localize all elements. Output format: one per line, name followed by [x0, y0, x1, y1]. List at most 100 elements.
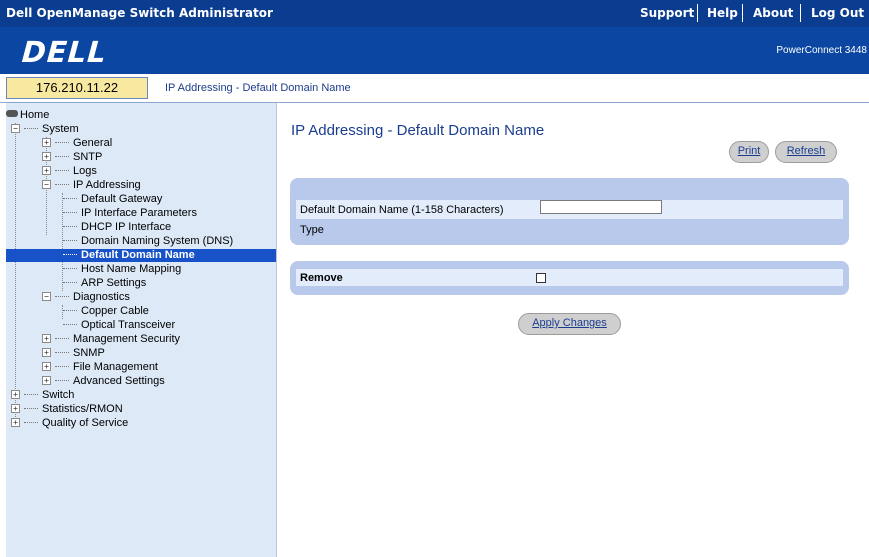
navigation-tree: Home − System + General + SNTP + Logs − IP Ad… [6, 103, 277, 557]
tree-item-optical-transceiver[interactable]: Optical Transceiver [63, 319, 175, 332]
tree-item-logs[interactable]: + Logs [42, 165, 97, 178]
tree-item-system[interactable]: − System [11, 123, 79, 136]
tree-item-snmp[interactable]: + SNMP [42, 347, 105, 360]
tree-label: Diagnostics [73, 291, 130, 303]
model-name: PowerConnect 3448 [776, 45, 867, 56]
tree-label: SNMP [73, 347, 105, 359]
tree-connector [63, 268, 77, 269]
domain-name-panel: Default Domain Name (1-158 Characters) T… [290, 178, 849, 245]
tree-label: System [42, 123, 79, 135]
tree-item-statistics-rmon[interactable]: + Statistics/RMON [11, 403, 123, 416]
logout-link[interactable]: Log Out [811, 6, 864, 20]
tree-item-default-gateway[interactable]: Default Gateway [63, 193, 162, 206]
tree-label: File Management [73, 361, 158, 373]
type-label: Type [300, 224, 324, 236]
domain-name-row: Default Domain Name (1-158 Characters) [296, 200, 843, 219]
link-separator [800, 4, 801, 22]
refresh-button[interactable]: Refresh [775, 141, 837, 163]
collapse-icon[interactable]: − [11, 124, 20, 133]
tree-connector [24, 394, 38, 395]
tree-label: Switch [42, 389, 75, 401]
top-bar: Dell OpenManage Switch Administrator Sup… [0, 0, 869, 27]
expand-icon[interactable]: + [11, 390, 20, 399]
tree-item-ip-interface-parameters[interactable]: IP Interface Parameters [63, 207, 197, 220]
link-separator [697, 4, 698, 22]
tree-label: General [73, 137, 113, 149]
support-link[interactable]: Support [640, 6, 694, 20]
tree-label: Copper Cable [81, 305, 149, 317]
tree-connector [24, 128, 38, 129]
expand-icon[interactable]: + [11, 404, 20, 413]
expand-icon[interactable]: + [42, 152, 51, 161]
tree-label: IP Addressing [73, 179, 141, 191]
tree-item-advanced-settings[interactable]: + Advanced Settings [42, 375, 165, 388]
tree-item-copper-cable[interactable]: Copper Cable [63, 305, 149, 318]
tree-label: Logs [73, 165, 97, 177]
tree-label: Quality of Service [42, 417, 129, 429]
remove-label: Remove [300, 272, 343, 284]
collapse-icon[interactable]: − [42, 180, 51, 189]
tree-label: Home [20, 109, 50, 121]
tree-connector [55, 338, 69, 339]
device-ip: 176.210.11.22 [6, 77, 148, 99]
domain-name-label: Default Domain Name (1-158 Characters) [300, 204, 504, 216]
tree-connector [63, 198, 77, 199]
tree-connector [24, 422, 38, 423]
expand-icon[interactable]: + [42, 138, 51, 147]
tree-item-sntp[interactable]: + SNTP [42, 151, 102, 164]
remove-checkbox[interactable] [536, 273, 546, 283]
expand-icon[interactable]: + [42, 348, 51, 357]
tree-label: Optical Transceiver [81, 319, 176, 331]
tree-connector [63, 226, 77, 227]
print-button[interactable]: Print [729, 141, 769, 163]
app-title: Dell OpenManage Switch Administrator [6, 6, 273, 20]
tree-connector [63, 254, 77, 255]
tree-line [15, 123, 16, 425]
tree-connector [63, 240, 77, 241]
tree-item-quality-of-service[interactable]: + Quality of Service [11, 417, 128, 430]
tree-label: IP Interface Parameters [81, 207, 197, 219]
tree-item-dhcp-ip-interface[interactable]: DHCP IP Interface [63, 221, 171, 234]
tree-item-diagnostics[interactable]: − Diagnostics [42, 291, 130, 304]
help-link[interactable]: Help [707, 6, 738, 20]
tree-label: Host Name Mapping [81, 263, 182, 275]
tree-label: ARP Settings [81, 277, 147, 289]
tree-connector [24, 408, 38, 409]
tree-item-arp-settings[interactable]: ARP Settings [63, 277, 146, 290]
address-bar: 176.210.11.22 IP Addressing - Default Do… [0, 74, 869, 103]
tree-connector [63, 310, 77, 311]
tree-label: DHCP IP Interface [81, 221, 172, 233]
tree-connector [55, 366, 69, 367]
tree-connector [55, 380, 69, 381]
tree-item-ip-addressing[interactable]: − IP Addressing [42, 179, 141, 192]
domain-name-input[interactable] [540, 200, 662, 214]
apply-changes-button[interactable]: Apply Changes [518, 313, 621, 335]
tree-item-file-management[interactable]: + File Management [42, 361, 158, 374]
tree-connector [55, 156, 69, 157]
expand-icon[interactable]: + [42, 362, 51, 371]
brand-bar: DELL PowerConnect 3448 [0, 27, 869, 74]
tree-item-dns[interactable]: Domain Naming System (DNS) [63, 235, 233, 248]
tree-item-default-domain-name[interactable]: Default Domain Name [6, 249, 276, 262]
tree-label: Default Gateway [81, 193, 163, 205]
remove-row: Remove [296, 269, 843, 286]
tree-item-management-security[interactable]: + Management Security [42, 333, 180, 346]
tree-item-switch[interactable]: + Switch [11, 389, 74, 402]
tree-item-home[interactable]: Home [6, 109, 49, 122]
tree-item-general[interactable]: + General [42, 137, 112, 150]
tree-connector [55, 142, 69, 143]
expand-icon[interactable]: + [42, 376, 51, 385]
collapse-icon[interactable]: − [42, 292, 51, 301]
tree-label: Statistics/RMON [42, 403, 123, 415]
tree-connector [63, 324, 77, 325]
expand-icon[interactable]: + [11, 418, 20, 427]
type-row: Type [296, 222, 843, 238]
tree-connector [63, 282, 77, 283]
expand-icon[interactable]: + [42, 334, 51, 343]
expand-icon[interactable]: + [42, 166, 51, 175]
tree-item-host-name-mapping[interactable]: Host Name Mapping [63, 263, 181, 276]
tree-connector [55, 170, 69, 171]
tree-label: SNTP [73, 151, 103, 163]
about-link[interactable]: About [753, 6, 793, 20]
page-title: IP Addressing - Default Domain Name [291, 122, 545, 139]
